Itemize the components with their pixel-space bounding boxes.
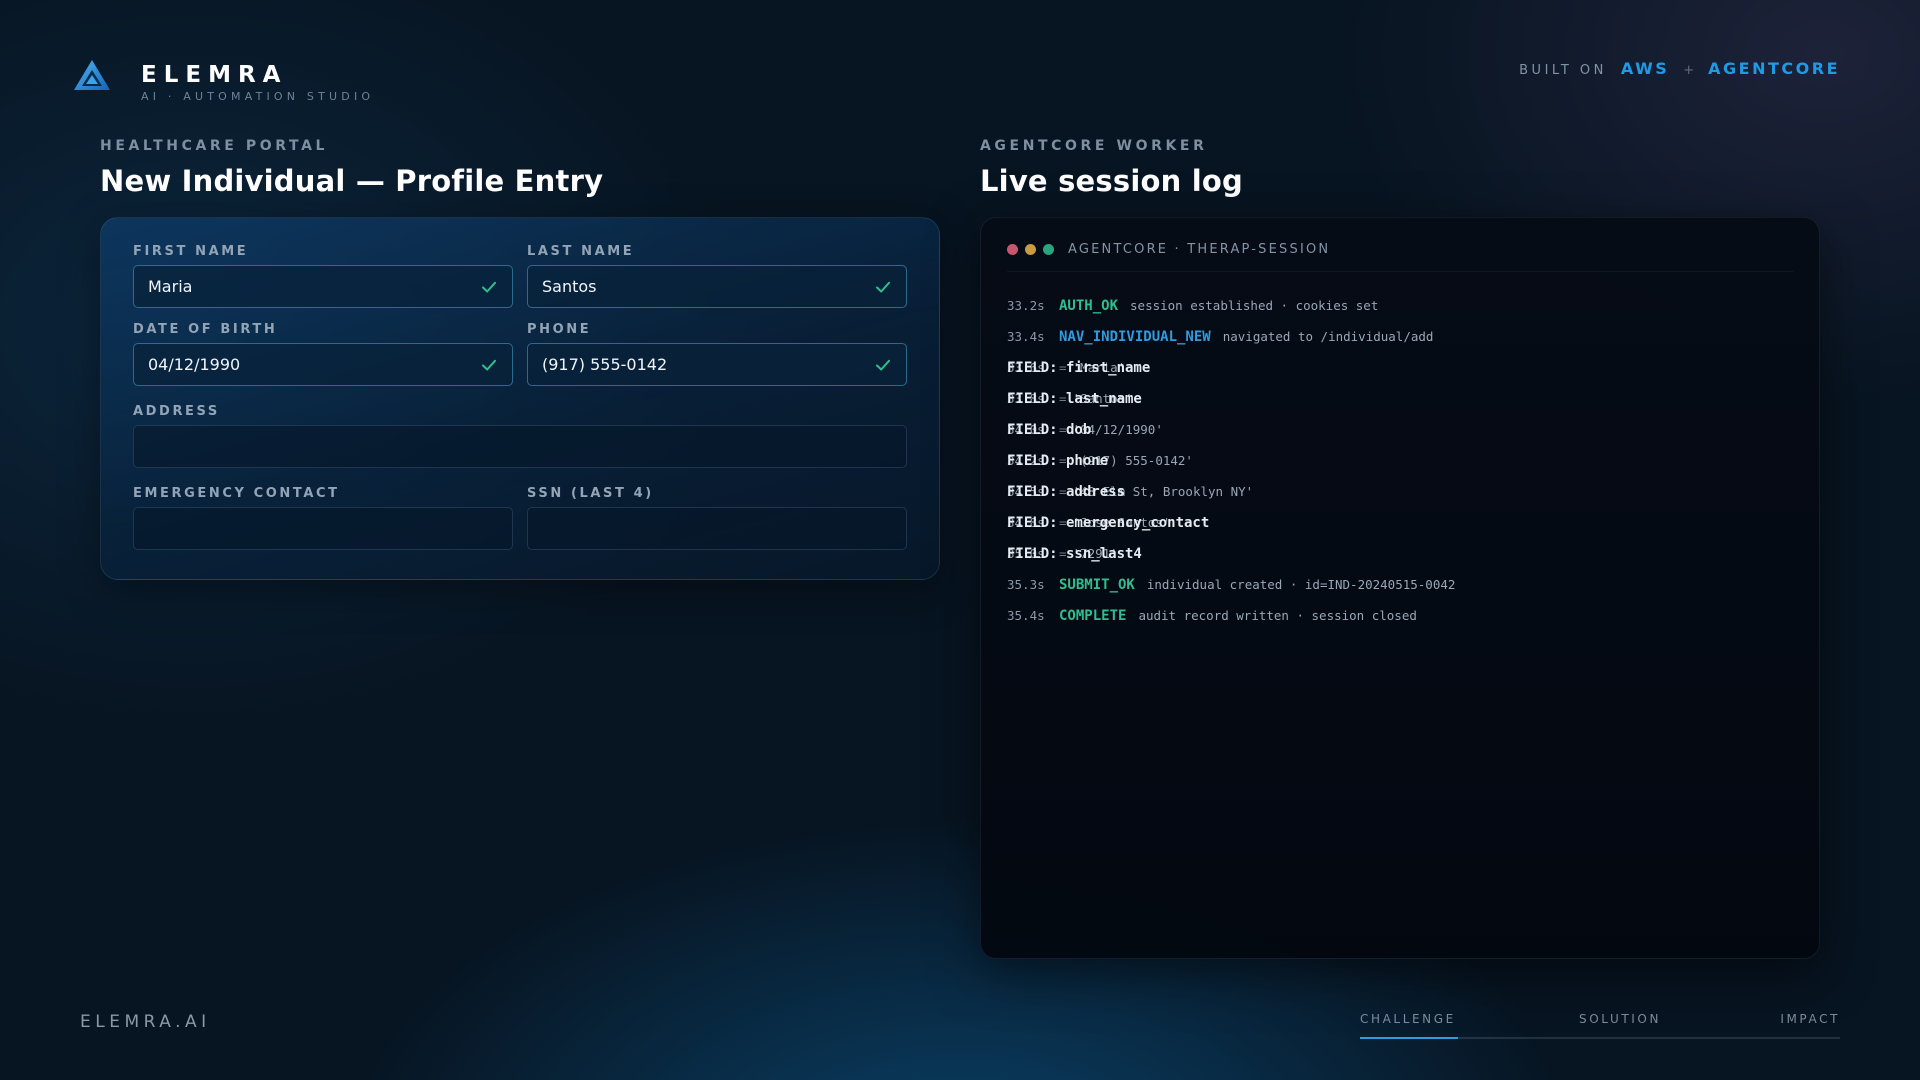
log-line: 34.2s FIELD: phone = '(917) 555-0142' [1007,445,1793,476]
dob-value: 04/12/1990 [148,355,241,374]
log-line: 34.8s FIELD: emergency_contact = 'Jose Sant… [1007,507,1793,538]
step-impact[interactable]: IMPACT [1780,1012,1840,1026]
phone-label: PHONE [527,322,592,337]
check-icon [482,359,496,371]
console-titlebar: AGENTCORE · THERAP-SESSION [1007,238,1793,272]
window-maximize-dot-icon [1043,244,1054,255]
log-timestamp: 35.3s [1007,577,1045,592]
first-name-field: FIRST NAME Maria [133,244,513,308]
last-name-value: Santos [542,277,597,296]
log-line: 33.2s AUTH_OK session established · cookie… [1007,290,1793,321]
log-message: navigated to /individual/add [1222,329,1434,344]
step-challenge[interactable]: CHALLENGE [1360,1012,1456,1026]
log-timestamp: 33.2s [1007,298,1045,313]
worker-title: Live session log [980,164,1243,198]
log-timestamp: 35.4s [1007,608,1045,623]
brand-name: ELEMRA [141,62,288,88]
built-on-separator: + [1683,63,1695,78]
footer-brand: ELEMRA.AI [80,1012,211,1032]
emergency-contact-field: EMERGENCY CONTACT [133,486,513,550]
log-event-tag: AUTH_OK [1059,297,1119,314]
log-line: 34.5s FIELD: address = '48 Elm St, Brooklyn… [1007,476,1793,507]
worker-heading: AGENTCORE WORKER Live session log [980,138,1243,198]
emergency-contact-input[interactable] [133,507,513,550]
first-name-value: Maria [148,277,193,296]
elemra-triangle-logo-icon [72,58,112,102]
log-line: 34.0s FIELD: dob = '04/12/1990' [1007,414,1793,445]
check-icon [876,359,890,371]
built-on-aws: AWS [1620,59,1670,78]
window-close-dot-icon [1007,244,1018,255]
log-event-tag: NAV_INDIVIDUAL_NEW [1059,328,1211,345]
log-line: 35.3s SUBMIT_OK individual created · id=IN… [1007,569,1793,600]
log-line: 35.4s COMPLETE audit record written · sess… [1007,600,1793,631]
dob-input[interactable]: 04/12/1990 [133,343,513,386]
log-line: 33.6s FIELD: first_name = 'Maria' [1007,352,1793,383]
log-message: individual created · id=IND-20240515-004… [1146,577,1456,592]
log-event-tag: FIELD: ssn_last4 [1007,545,1142,562]
portal-title: New Individual — Profile Entry [100,164,604,198]
profile-entry-form: FIRST NAME Maria LAST NAME Santos DATE O… [100,217,940,580]
progress-track [1360,1037,1840,1039]
ssn-last4-input[interactable] [527,507,907,550]
log-line: 33.8s FIELD: last_name = 'Santos' [1007,383,1793,414]
log-timestamp: 33.4s [1007,329,1045,344]
portal-heading: HEALTHCARE PORTAL New Individual — Profi… [100,138,603,198]
window-minimize-dot-icon [1025,244,1036,255]
ssn-last4-label: SSN (LAST 4) [527,486,654,501]
log-message: audit record written · session closed [1138,608,1417,623]
log-event-tag: FIELD: emergency_contact [1007,514,1210,531]
log-event-tag: FIELD: first_name [1007,359,1151,376]
built-on-badge: BUILT ON AWS + AGENTCORE [1519,59,1840,78]
dob-label: DATE OF BIRTH [133,322,278,337]
progress-steps: CHALLENGE SOLUTION IMPACT [1360,1012,1840,1040]
check-icon [482,281,496,293]
dob-field: DATE OF BIRTH 04/12/1990 [133,322,513,386]
last-name-field: LAST NAME Santos [527,244,907,308]
address-label: ADDRESS [133,404,220,419]
log-event-tag: COMPLETE [1059,607,1127,624]
log-event-tag: SUBMIT_OK [1059,576,1135,593]
log-line: 33.4s NAV_INDIVIDUAL_NEW navigated to /ind… [1007,321,1793,352]
emergency-contact-label: EMERGENCY CONTACT [133,486,340,501]
log-message: session established · cookies set [1130,298,1379,313]
phone-value: (917) 555-0142 [542,355,668,374]
log-event-tag: FIELD: dob [1007,421,1092,438]
log-event-tag: FIELD: address [1007,483,1126,500]
phone-field: PHONE (917) 555-0142 [527,322,907,386]
brand-tagline: AI · AUTOMATION STUDIO [141,90,375,103]
last-name-input[interactable]: Santos [527,265,907,308]
session-log-console: AGENTCORE · THERAP-SESSION 33.2s AUTH_OK s… [980,217,1820,959]
first-name-input[interactable]: Maria [133,265,513,308]
step-solution[interactable]: SOLUTION [1579,1012,1661,1026]
first-name-label: FIRST NAME [133,244,249,259]
ssn-last4-field: SSN (LAST 4) [527,486,907,550]
address-input[interactable] [133,425,907,468]
phone-input[interactable]: (917) 555-0142 [527,343,907,386]
log-lines: 33.2s AUTH_OK session established · cookie… [1007,290,1793,631]
built-on-agentcore: AGENTCORE [1708,59,1840,78]
console-title: AGENTCORE · THERAP-SESSION [1068,242,1331,257]
portal-eyebrow: HEALTHCARE PORTAL [100,138,329,154]
log-event-tag: FIELD: phone [1007,452,1109,469]
check-icon [876,281,890,293]
last-name-label: LAST NAME [527,244,635,259]
progress-fill [1360,1037,1459,1039]
built-on-label: BUILT ON [1519,63,1607,78]
brand: ELEMRA AI · AUTOMATION STUDIO [72,58,374,103]
log-line: 35.0s FIELD: ssn_last4 = '7291' [1007,538,1793,569]
log-event-tag: FIELD: last_name [1007,390,1142,407]
address-field: ADDRESS [133,404,907,468]
worker-eyebrow: AGENTCORE WORKER [980,138,1208,154]
